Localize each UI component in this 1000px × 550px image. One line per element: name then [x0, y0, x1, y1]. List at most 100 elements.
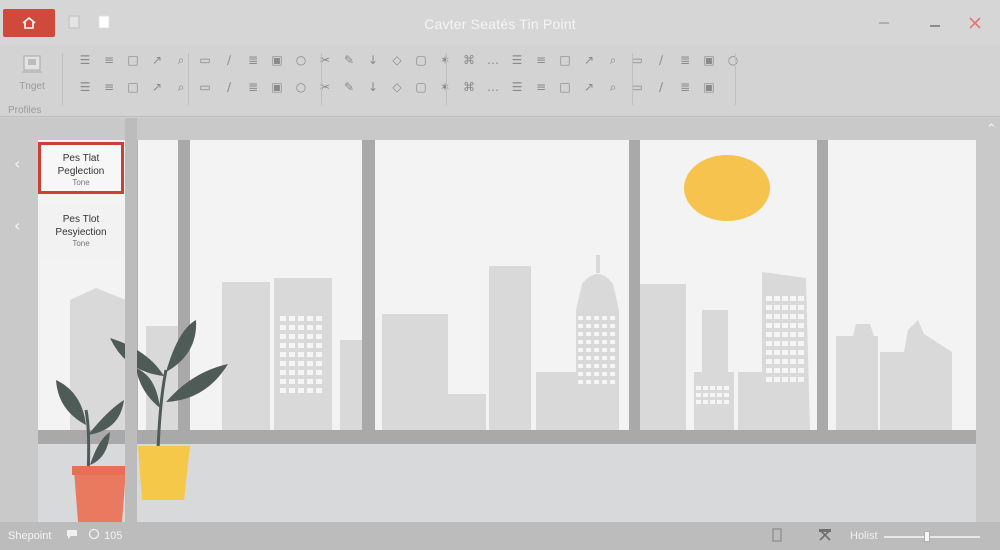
more-vertical-icon[interactable]: ▣	[700, 79, 718, 95]
building-window	[280, 325, 286, 330]
pencil-2-icon[interactable]: ∕	[220, 79, 238, 95]
italic-lines-icon[interactable]: ✎	[340, 52, 358, 68]
target-button[interactable]: Tnget	[14, 51, 50, 97]
paste-icon[interactable]: ○	[724, 52, 742, 68]
accessibility-icon[interactable]	[88, 528, 100, 543]
key-icon[interactable]: ≡	[532, 52, 550, 68]
list-dash-icon[interactable]: ↗	[148, 79, 166, 95]
frame-icon[interactable]: …	[484, 79, 502, 95]
building-window	[610, 348, 615, 352]
settings-gear-icon[interactable]: ⌘	[460, 79, 478, 95]
film-icon[interactable]: ↗	[580, 79, 598, 95]
comment-icon[interactable]	[66, 528, 78, 543]
arrow-right-icon[interactable]: ≡	[100, 79, 118, 95]
document-icon[interactable]: ⌘	[460, 52, 478, 68]
building-window	[289, 352, 295, 357]
plant-pot	[138, 446, 190, 500]
slide-canvas[interactable]	[38, 140, 976, 522]
lock-icon[interactable]: ◇	[388, 79, 406, 95]
building	[146, 326, 178, 430]
rectangle-icon[interactable]: ▢	[412, 52, 430, 68]
building-window	[610, 364, 615, 368]
grid-icon[interactable]: ▭	[628, 52, 646, 68]
building-window	[724, 386, 729, 390]
building-window	[298, 343, 304, 348]
zoom-slider-thumb[interactable]	[924, 531, 930, 542]
building-window	[594, 372, 599, 376]
building-window	[578, 332, 583, 336]
stamp-icon[interactable]: □	[556, 79, 574, 95]
minimize-button[interactable]	[925, 14, 945, 32]
building-window	[766, 341, 772, 346]
normal-view-icon[interactable]	[772, 528, 782, 545]
pen-key-icon[interactable]: □	[556, 52, 574, 68]
text-a-icon[interactable]: ▣	[268, 52, 286, 68]
building-window	[602, 372, 607, 376]
search-icon[interactable]: ≣	[244, 52, 262, 68]
lines-icon[interactable]: ✂	[316, 52, 334, 68]
ribbon-row-1: ☰ ≡ □ ↗ ⌕ ▭ ∕ ≣ ▣ ○ ✂ ✎ ↓ ◇ ▢ ✶ ⌘… ☰ ≡ □ ↗ ⌕ ▭ ∕ ≣ ▣ ○	[76, 52, 748, 68]
building-window	[782, 368, 788, 373]
rectangle-blank-icon[interactable]: ☰	[508, 79, 526, 95]
marker-icon[interactable]: ▭	[196, 79, 214, 95]
building-window	[298, 325, 304, 330]
previous-slide-icon[interactable]: ‹	[14, 216, 20, 235]
zoom-slider-track[interactable]	[884, 536, 980, 538]
building-window	[766, 314, 772, 319]
shape-icon[interactable]: ○	[292, 52, 310, 68]
pen-icon[interactable]: ⌕	[604, 52, 622, 68]
slide-thumbnail[interactable]: Pes Tlot Pesyiection Tone	[38, 206, 124, 258]
presentation-app-window: Cavter Seatés Tin Point Tnget Profiles ☰	[0, 0, 1000, 550]
dashed-line-icon[interactable]: ○	[292, 79, 310, 95]
equals-icon[interactable]: □	[124, 79, 142, 95]
building-window	[774, 332, 780, 337]
slide-sorter-icon[interactable]	[818, 528, 832, 545]
globe-icon[interactable]: ∕	[652, 52, 670, 68]
lock-menu-icon[interactable]: ≣	[676, 79, 694, 95]
align-menu-icon[interactable]: ▭	[196, 52, 214, 68]
columns-icon[interactable]: ✶	[436, 79, 454, 95]
collapse-left-icon[interactable]: ‹	[14, 154, 20, 173]
arrow-left-icon[interactable]: ☰	[76, 79, 94, 95]
bottle-icon[interactable]: ⌕	[604, 79, 622, 95]
thumbnail-pane-splitter[interactable]	[125, 118, 137, 522]
building-window	[717, 386, 722, 390]
list-icon[interactable]: ↓	[364, 52, 382, 68]
slide-thumbnail[interactable]: Pes Tlat Peglection Tone	[38, 142, 124, 194]
scroll-up-icon[interactable]: ⌃	[986, 122, 997, 137]
text-style-4-icon[interactable]: ↗	[148, 52, 166, 68]
layout-icon[interactable]: ◇	[388, 52, 406, 68]
pencil-icon[interactable]: ↗	[580, 52, 598, 68]
person-icon[interactable]: ▭	[628, 79, 646, 95]
close-button[interactable]	[965, 14, 985, 32]
dots-icon[interactable]: ≡	[532, 79, 550, 95]
building-window	[594, 364, 599, 368]
building-window	[586, 324, 591, 328]
building-window	[307, 370, 313, 375]
building-window	[774, 359, 780, 364]
building-window	[774, 305, 780, 310]
text-style-3-icon[interactable]: □	[124, 52, 142, 68]
sticky-note-icon[interactable]: ↓	[364, 79, 382, 95]
pin-icon[interactable]: ▣	[268, 79, 286, 95]
ribbon-separator	[188, 53, 189, 105]
text-style-2-icon[interactable]: ≡	[100, 52, 118, 68]
table-icon[interactable]: …	[484, 52, 502, 68]
page-icon[interactable]: ✶	[436, 52, 454, 68]
building-window	[578, 380, 583, 384]
bucket-icon[interactable]: ☰	[508, 52, 526, 68]
chevron-icon[interactable]: ✎	[340, 79, 358, 95]
chart-lines-icon[interactable]: ✂	[316, 79, 334, 95]
brush-icon[interactable]: ▣	[700, 52, 718, 68]
building-window	[578, 316, 583, 320]
building-window	[766, 359, 772, 364]
building	[596, 255, 600, 273]
building-window	[710, 393, 715, 397]
minimize-ribbon-button[interactable]	[874, 14, 894, 32]
palette-icon[interactable]: ▢	[412, 79, 430, 95]
text-style-1-icon[interactable]: ☰	[76, 52, 94, 68]
eraser-icon[interactable]: ≣	[244, 79, 262, 95]
sort-icon[interactable]: ∕	[652, 79, 670, 95]
close-x-icon[interactable]: ≣	[676, 52, 694, 68]
up-arrow-icon[interactable]: ∕	[220, 52, 238, 68]
